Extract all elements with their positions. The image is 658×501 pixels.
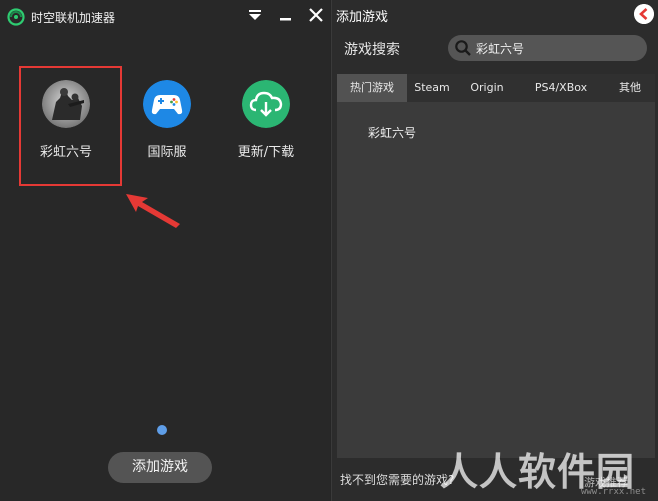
not-found-hint: 找不到您需要的游戏? xyxy=(340,473,455,487)
list-item[interactable]: 彩虹六号 xyxy=(368,124,416,141)
tile-label: 彩虹六号 xyxy=(39,145,92,160)
minimize-icon[interactable] xyxy=(276,5,296,25)
search-label: 游戏搜索 xyxy=(344,42,400,58)
tab-origin[interactable]: Origin xyxy=(457,74,517,102)
add-game-panel: 添加游戏 游戏搜索 热门游戏 Steam Origin PS4/XBox 其他 … xyxy=(331,0,658,501)
main-window: 时空联机加速器 彩虹六号 国际服 更新/下载 添加游戏 xyxy=(0,0,330,501)
close-icon[interactable] xyxy=(306,5,326,25)
add-game-button[interactable]: 添加游戏 xyxy=(108,452,212,483)
rainbow-six-game-icon xyxy=(42,80,90,128)
watermark: 人人软件园 www.rrxx.net xyxy=(440,441,654,499)
search-input[interactable] xyxy=(476,35,641,61)
tile-label: 国际服 xyxy=(147,145,187,160)
tab-hot-games[interactable]: 热门游戏 xyxy=(337,74,407,102)
app-logo-icon xyxy=(7,8,25,26)
back-icon[interactable] xyxy=(634,4,654,24)
tile-update-download[interactable]: 更新/下载 xyxy=(226,80,306,170)
page-indicator-dot[interactable] xyxy=(157,425,167,435)
search-results: 彩虹六号 xyxy=(368,124,416,141)
gamepad-icon xyxy=(143,80,191,128)
title-bar: 时空联机加速器 xyxy=(0,0,330,34)
tile-rainbow-six[interactable]: 彩虹六号 xyxy=(26,80,106,170)
tile-label: 更新/下载 xyxy=(237,145,295,160)
tab-ps4-xbox[interactable]: PS4/XBox xyxy=(517,74,605,102)
category-tabs: 热门游戏 Steam Origin PS4/XBox 其他 xyxy=(337,74,655,102)
tab-steam[interactable]: Steam xyxy=(407,74,457,102)
tab-other[interactable]: 其他 xyxy=(605,74,655,102)
search-box[interactable] xyxy=(448,35,647,61)
app-title: 时空联机加速器 xyxy=(31,11,116,25)
panel-title: 添加游戏 xyxy=(336,10,389,25)
pointer-arrow-icon xyxy=(126,194,180,228)
dropdown-menu-icon[interactable] xyxy=(245,5,265,25)
tile-international-server[interactable]: 国际服 xyxy=(127,80,207,170)
game-list-container: 热门游戏 Steam Origin PS4/XBox 其他 彩虹六号 xyxy=(337,74,655,458)
cloud-download-icon xyxy=(242,80,290,128)
watermark-url: www.rrxx.net xyxy=(580,487,646,497)
search-icon xyxy=(455,40,471,56)
